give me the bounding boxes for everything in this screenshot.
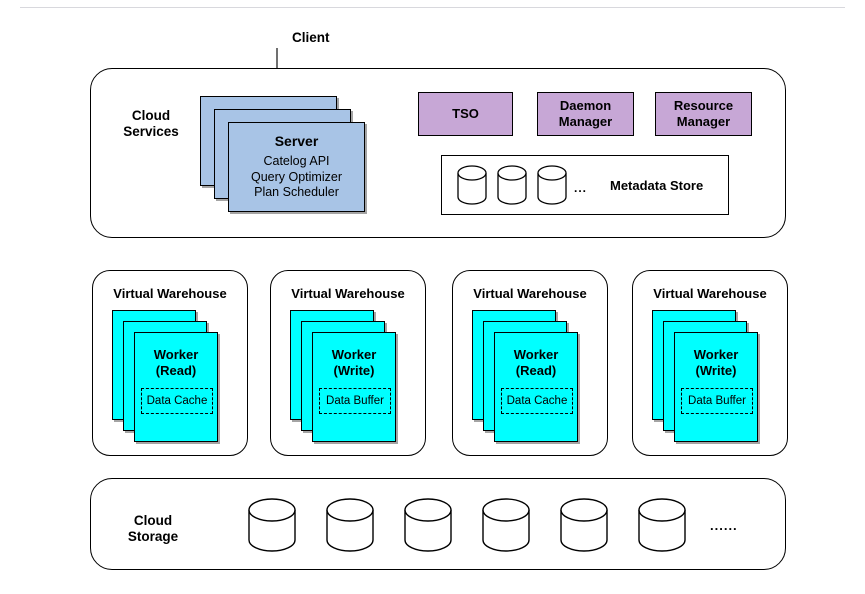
virtual-warehouse-3-title: Virtual Warehouse xyxy=(473,286,587,301)
worker-card-front-3[interactable]: Worker (Read) Data Cache xyxy=(494,332,578,442)
worker-title-1: Worker xyxy=(153,347,199,362)
data-buffer-box-4: Data Buffer xyxy=(681,388,753,414)
storage-cylinder-1 xyxy=(247,498,297,554)
service-box-resource-manager[interactable]: Resource Manager xyxy=(655,92,752,136)
worker-stack-3[interactable]: Worker (Read) Data Cache xyxy=(472,310,592,446)
worker-mode-2: (Write) xyxy=(333,363,375,378)
virtual-warehouse-4-title: Virtual Warehouse xyxy=(653,286,767,301)
storage-cylinder-3 xyxy=(403,498,453,554)
server-stack[interactable]: Server Catelog API Query Optimizer Plan … xyxy=(200,96,390,214)
server-capabilities: Catelog API Query Optimizer Plan Schedul… xyxy=(251,154,342,199)
worker-mode-1: (Read) xyxy=(155,363,197,378)
worker-card-front-2[interactable]: Worker (Write) Data Buffer xyxy=(312,332,396,442)
worker-card-front-1[interactable]: Worker (Read) Data Cache xyxy=(134,332,218,442)
virtual-warehouse-1-title: Virtual Warehouse xyxy=(113,286,227,301)
data-buffer-box-1: Data Cache xyxy=(141,388,213,414)
storage-ellipsis: ...... xyxy=(710,518,738,533)
server-title: Server xyxy=(274,133,319,149)
cloud-storage-label: Cloud Storage xyxy=(127,513,179,544)
worker-stack-2[interactable]: Worker (Write) Data Buffer xyxy=(290,310,410,446)
worker-mode-3: (Read) xyxy=(515,363,557,378)
worker-stack-1[interactable]: Worker (Read) Data Cache xyxy=(112,310,232,446)
service-box-daemon-manager[interactable]: Daemon Manager xyxy=(537,92,634,136)
worker-stack-4[interactable]: Worker (Write) Data Buffer xyxy=(652,310,772,446)
metadata-ellipsis: ... xyxy=(574,181,588,195)
metadata-cylinder-1 xyxy=(457,165,487,205)
storage-cylinder-5 xyxy=(559,498,609,554)
metadata-cylinder-3 xyxy=(537,165,567,205)
storage-cylinder-2 xyxy=(325,498,375,554)
worker-title-2: Worker xyxy=(331,347,377,362)
storage-cylinder-4 xyxy=(481,498,531,554)
worker-card-front-4[interactable]: Worker (Write) Data Buffer xyxy=(674,332,758,442)
data-buffer-box-3: Data Cache xyxy=(501,388,573,414)
data-buffer-box-2: Data Buffer xyxy=(319,388,391,414)
diagram-canvas: Client Cloud Services Server Catelog API… xyxy=(0,0,865,594)
client-label: Client xyxy=(292,30,330,45)
metadata-cylinder-2 xyxy=(497,165,527,205)
storage-cylinder-6 xyxy=(637,498,687,554)
worker-title-3: Worker xyxy=(513,347,559,362)
cloud-services-label: Cloud Services xyxy=(123,108,179,139)
server-card-front[interactable]: Server Catelog API Query Optimizer Plan … xyxy=(228,122,365,212)
worker-title-4: Worker xyxy=(693,347,739,362)
virtual-warehouse-2-title: Virtual Warehouse xyxy=(291,286,405,301)
metadata-store-label: Metadata Store xyxy=(610,178,704,193)
worker-mode-4: (Write) xyxy=(695,363,737,378)
top-divider-rule xyxy=(20,7,845,8)
service-box-tso[interactable]: TSO xyxy=(418,92,513,136)
